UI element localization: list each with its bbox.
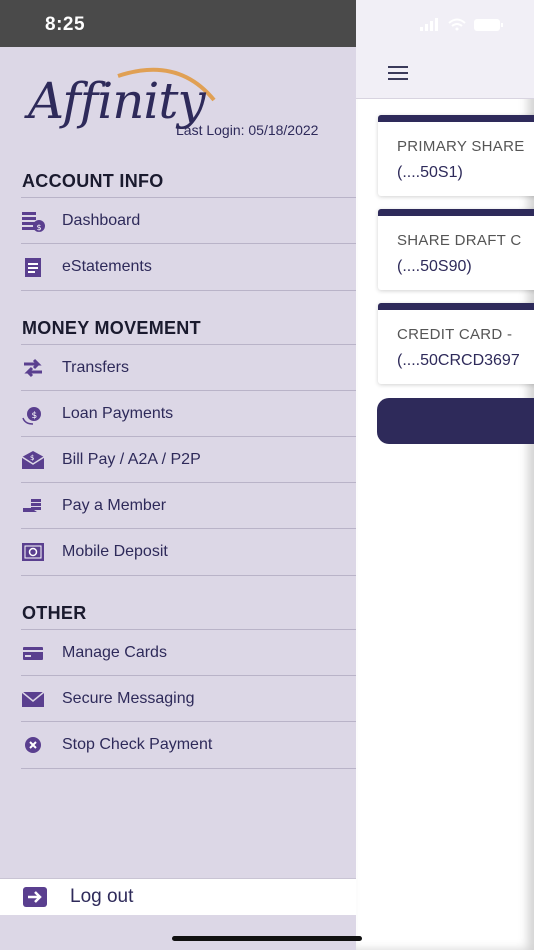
section-title-account-info: ACCOUNT INFO [22,171,164,191]
mobile-deposit-icon [21,540,45,564]
logout-button[interactable]: Log out [0,878,356,915]
menu-item-loan-payments[interactable]: $ Loan Payments [21,390,356,437]
section-title-other: OTHER [22,603,87,623]
menu-item-label: Stop Check Payment [62,736,213,753]
account-number: (....50CRCD3697 [397,352,520,369]
dashboard-icon: $ [21,209,45,233]
main-header [356,0,534,99]
section-title-money-movement: MONEY MOVEMENT [22,318,201,338]
account-card-share-draft[interactable]: SHARE DRAFT C (....50S90) [378,209,534,290]
menu-item-estatements[interactable]: eStatements [21,243,356,291]
account-number: (....50S90) [397,258,472,275]
logout-label: Log out [70,886,134,907]
svg-text:$: $ [37,223,42,232]
status-icons [420,18,504,32]
account-name: SHARE DRAFT C [397,232,522,249]
menu-item-label: Secure Messaging [62,690,195,707]
menu-item-bill-pay[interactable]: $ Bill Pay / A2A / P2P [21,436,356,483]
menu-item-label: Dashboard [62,212,141,229]
account-number: (....50S1) [397,164,463,181]
action-button[interactable] [377,398,534,444]
account-card-primary-share[interactable]: PRIMARY SHARE (....50S1) [378,115,534,196]
wifi-icon [448,18,466,31]
hamburger-menu-icon[interactable] [388,66,408,80]
status-bar: 8:25 [0,0,356,47]
statement-icon [21,255,45,279]
menu-item-label: Transfers [62,359,129,376]
logout-icon [22,886,48,908]
signal-icon [420,18,438,31]
battery-icon [474,19,503,31]
loan-icon: $ [21,402,45,426]
card-icon [21,641,45,665]
menu-item-label: Bill Pay / A2A / P2P [62,451,201,468]
menu-item-label: Loan Payments [62,405,174,422]
home-indicator [172,936,362,941]
navigation-drawer: 8:25 Affinity Last Login: 05/18/2022 ACC… [0,0,356,950]
menu-item-label: Mobile Deposit [62,543,168,560]
pay-member-icon [21,494,45,518]
menu-item-mobile-deposit[interactable]: Mobile Deposit [21,528,356,576]
svg-text:$: $ [32,411,38,421]
mail-icon [21,687,45,711]
menu-item-stop-check-payment[interactable]: Stop Check Payment [21,721,356,769]
last-login: Last Login: 05/18/2022 [176,122,319,138]
menu-item-pay-a-member[interactable]: Pay a Member [21,482,356,529]
transfer-icon [21,356,45,380]
menu-item-label: Manage Cards [62,644,167,661]
main-content-panel[interactable]: PRIMARY SHARE (....50S1) SHARE DRAFT C (… [356,0,534,950]
menu-item-dashboard[interactable]: $ Dashboard [21,197,356,244]
status-time: 8:25 [45,14,86,35]
account-name: PRIMARY SHARE [397,138,525,155]
stop-icon [21,733,45,757]
svg-text:$: $ [30,454,34,462]
menu-item-manage-cards[interactable]: Manage Cards [21,629,356,676]
menu-item-label: eStatements [62,258,152,275]
account-card-credit-card[interactable]: CREDIT CARD - (....50CRCD3697 [378,303,534,384]
menu-item-label: Pay a Member [62,497,167,514]
menu-item-transfers[interactable]: Transfers [21,344,356,391]
menu-item-secure-messaging[interactable]: Secure Messaging [21,675,356,722]
bill-pay-icon: $ [21,448,45,472]
account-name: CREDIT CARD - [397,326,513,343]
